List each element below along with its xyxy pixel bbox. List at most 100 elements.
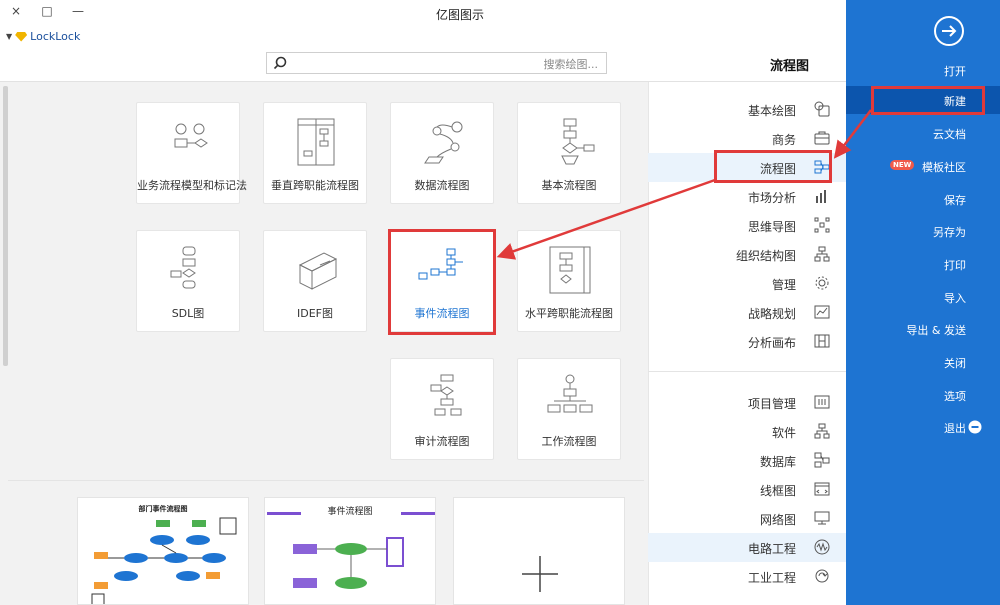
user-account[interactable]: ▼ LockLock [6, 30, 80, 43]
highlight-event-flowchart [388, 229, 496, 335]
search-icon[interactable] [273, 56, 287, 70]
category-management[interactable]: 管理 [648, 269, 846, 298]
template-bpmn[interactable]: 业务流程模型和标记法 [136, 102, 247, 204]
category-network[interactable]: 网络图 [648, 504, 846, 533]
title-bar: × □ — 亿图图示 [0, 0, 846, 27]
example-diagram [293, 537, 404, 589]
category-analysis-canvas[interactable]: 分析画布 [648, 327, 846, 356]
template-label: 基本流程图 [541, 179, 597, 192]
category-label: 管理 [771, 278, 796, 292]
category-mind-map[interactable]: 思维导图 [648, 211, 846, 240]
mindmap-icon [814, 217, 830, 233]
sidebar-item-template-community[interactable]: NEW 模板社区 [846, 152, 1000, 180]
idef-icon [298, 252, 338, 290]
category-label: 项目管理 [747, 397, 796, 411]
category-circuit[interactable]: 电路工程 [648, 533, 846, 562]
org-chart-icon [814, 246, 830, 262]
open-arrow-icon[interactable] [934, 16, 964, 46]
category-label: 线框图 [759, 484, 796, 498]
user-name: LockLock [30, 30, 81, 43]
category-label: 网络图 [759, 513, 796, 527]
category-wireframe[interactable]: 线框图 [648, 475, 846, 504]
audit-flowchart-icon [430, 374, 462, 416]
sidebar-item-save-as[interactable]: 另存为 [846, 217, 1000, 245]
template-label: 工作流程图 [541, 435, 597, 448]
bar-chart-icon [816, 190, 826, 203]
template-data-flowchart[interactable]: 数据流程图 [390, 102, 494, 204]
scrollbar-thumb[interactable] [3, 86, 8, 366]
template-label: 水平跨职能流程图 [525, 307, 613, 320]
template-label: SDL图 [171, 307, 205, 320]
sidebar-item-export-send[interactable]: 导出 & 发送 [846, 315, 1000, 343]
category-label: 数据库 [759, 455, 796, 469]
category-label: 战略规划 [747, 307, 796, 321]
category-strategy[interactable]: 战略规划 [648, 298, 846, 327]
category-market-analysis[interactable]: 市场分析 [648, 182, 846, 211]
bpmn-icon [174, 123, 208, 148]
template-sdl[interactable]: SDL图 [136, 230, 240, 332]
template-audit-flowchart[interactable]: 审计流程图 [390, 358, 494, 460]
strategy-icon [814, 305, 830, 319]
horizontal-cross-functional-icon [549, 246, 591, 294]
category-label: 工业工程 [747, 571, 796, 585]
sidebar-item-open[interactable]: 打开 [846, 56, 1000, 84]
sidebar-item-close[interactable]: 关闭 [846, 348, 1000, 376]
category-org-chart[interactable]: 组织结构图 [648, 240, 846, 269]
wireframe-icon [814, 482, 830, 496]
template-label: 数据流程图 [414, 179, 470, 192]
basic-flowchart-icon [561, 118, 595, 165]
sidebar-item-cloud-docs[interactable]: 云文档 [846, 119, 1000, 147]
app-title: 亿图图示 [435, 8, 484, 22]
maximize-window-button[interactable]: □ [40, 4, 54, 18]
close-window-button[interactable]: × [9, 4, 23, 18]
sidebar-item-print[interactable]: 打印 [846, 250, 1000, 278]
template-vertical-cross-functional[interactable]: 垂直跨职能流程图 [263, 102, 367, 204]
category-basic-drawing[interactable]: 基本绘图 [648, 95, 846, 124]
minimize-window-button[interactable]: — [71, 4, 85, 18]
template-label: IDEF图 [297, 307, 333, 320]
canvas-divider [8, 480, 644, 481]
category-label: 基本绘图 [747, 104, 796, 118]
category-label: 组织结构图 [735, 249, 796, 263]
category-business[interactable]: 商务 [648, 124, 846, 153]
software-icon [814, 423, 830, 439]
new-blank-drawing[interactable] [453, 497, 625, 605]
gear-icon [815, 276, 829, 290]
template-label: 业务流程模型和标记法 [137, 179, 247, 192]
template-idef[interactable]: IDEF图 [263, 230, 367, 332]
sidebar-item-import[interactable]: 导入 [846, 283, 1000, 311]
vip-gem-icon [15, 31, 28, 42]
example-event-flowchart[interactable]: 事件流程图 [264, 497, 436, 605]
vertical-cross-functional-icon [297, 118, 335, 166]
category-label: 软件 [771, 426, 796, 440]
search-input[interactable]: 搜索绘图... [266, 52, 607, 74]
project-icon [814, 395, 830, 409]
database-icon [814, 452, 830, 468]
sidebar-item-options[interactable]: 选项 [846, 381, 1000, 409]
template-label: 垂直跨职能流程图 [271, 179, 359, 192]
workflow-icon [547, 374, 593, 413]
category-label: 市场分析 [747, 191, 796, 205]
template-horizontal-cross-functional[interactable]: 水平跨职能流程图 [517, 230, 621, 332]
example-department-event-flowchart[interactable]: 部门事件流程图 [77, 497, 249, 605]
template-label: 审计流程图 [414, 435, 470, 448]
sidebar-item-exit[interactable]: 退出 [846, 413, 1000, 441]
sdl-icon [170, 246, 196, 289]
section-title: 流程图 [770, 59, 810, 74]
category-project-management[interactable]: 项目管理 [648, 388, 846, 417]
data-flowchart-icon [424, 121, 463, 164]
highlight-new [871, 86, 985, 115]
template-basic-flowchart[interactable]: 基本流程图 [517, 102, 621, 204]
circuit-icon [814, 539, 830, 555]
category-label: 商务 [771, 133, 796, 147]
briefcase-icon [814, 131, 830, 145]
industry-icon [815, 569, 829, 583]
highlight-flowchart-category [714, 150, 832, 183]
template-workflow[interactable]: 工作流程图 [517, 358, 621, 460]
category-database[interactable]: 数据库 [648, 446, 846, 475]
category-software[interactable]: 软件 [648, 417, 846, 446]
category-industrial[interactable]: 工业工程 [648, 562, 846, 591]
dropdown-arrow-icon: ▼ [6, 32, 13, 41]
sidebar-item-save[interactable]: 保存 [846, 185, 1000, 213]
new-badge: NEW [890, 160, 915, 170]
